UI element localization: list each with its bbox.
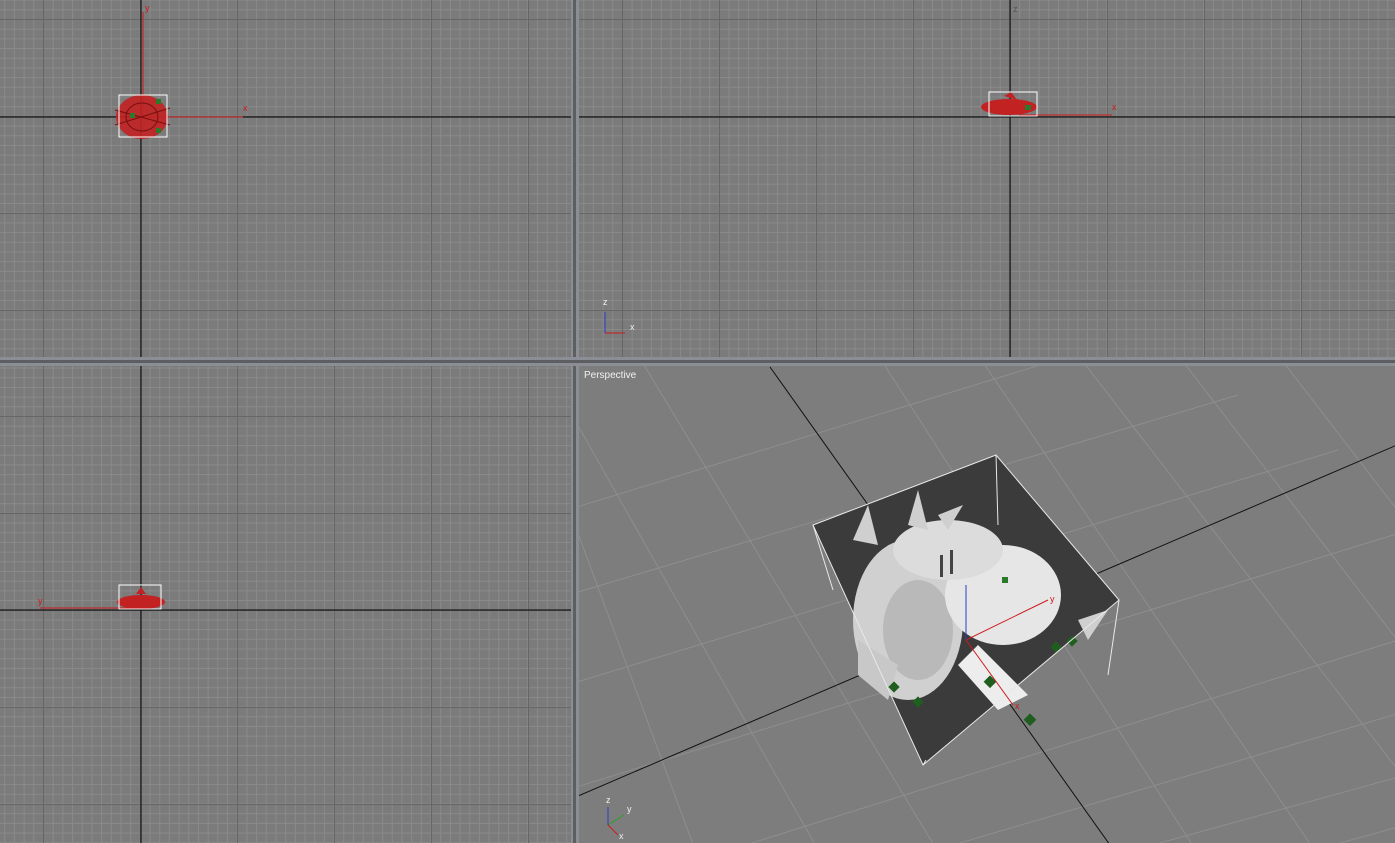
model-wireframe-left: [117, 587, 165, 609]
svg-text:y: y: [1050, 594, 1055, 604]
gizmo-x-label: x: [1112, 102, 1117, 112]
viewport-left[interactable]: y: [0, 366, 571, 843]
gizmo-x-label: x: [243, 103, 248, 113]
viewport-label-perspective[interactable]: Perspective: [584, 370, 636, 381]
svg-text:z: z: [603, 297, 608, 307]
viewport-front[interactable]: x z x z: [579, 0, 1395, 357]
axis-tripod: z y x: [606, 795, 632, 841]
viewport-splitter-vertical[interactable]: [571, 0, 579, 843]
viewport-front-canvas: x z x z: [579, 0, 1395, 357]
svg-text:x: x: [619, 831, 624, 841]
axis-tripod: x z: [603, 297, 635, 334]
gizmo-y-label: y: [145, 3, 150, 13]
svg-text:y: y: [627, 804, 632, 814]
svg-text:x: x: [630, 322, 635, 332]
gizmo-y-label: y: [38, 596, 43, 606]
svg-text:x: x: [1015, 701, 1020, 711]
viewport-top[interactable]: x y: [0, 0, 571, 357]
viewport-top-canvas: x y: [0, 0, 571, 357]
viewport-perspective-canvas: y x z y x: [578, 365, 1395, 843]
gizmo-z-label: z: [1013, 4, 1018, 14]
model-wireframe-top: [114, 95, 171, 139]
viewport-splitter-horizontal[interactable]: [0, 357, 1395, 366]
viewport-perspective[interactable]: y x z y x Perspective: [576, 363, 1395, 843]
viewport-left-canvas: y: [0, 366, 571, 843]
svg-text:z: z: [606, 795, 611, 805]
